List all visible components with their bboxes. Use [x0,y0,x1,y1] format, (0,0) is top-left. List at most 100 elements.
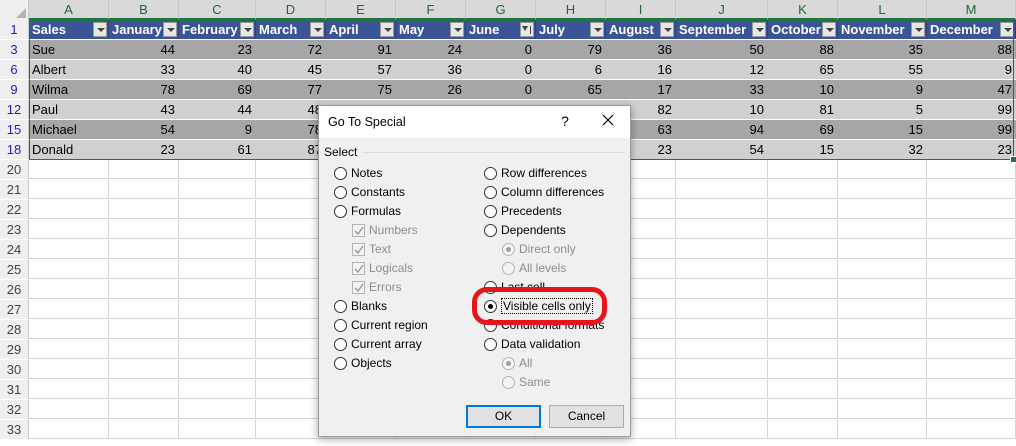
empty-cell[interactable] [29,280,109,299]
empty-cell[interactable] [927,280,1016,299]
row-header[interactable]: 28 [0,320,29,339]
empty-cell[interactable] [927,240,1016,259]
empty-cell[interactable] [109,240,179,259]
value-cell[interactable]: 55 [838,60,927,79]
ok-button[interactable]: OK [466,405,541,428]
empty-cell[interactable] [256,380,326,399]
empty-cell[interactable] [768,400,838,419]
table-header-cell[interactable]: April [326,20,396,39]
value-cell[interactable]: 81 [768,100,838,119]
row-header[interactable]: 30 [0,360,29,379]
radio-precedents[interactable]: Precedents [484,203,562,219]
empty-cell[interactable] [838,360,927,379]
empty-cell[interactable] [768,240,838,259]
empty-cell[interactable] [676,400,768,419]
row-header[interactable]: 18 [0,140,29,159]
empty-cell[interactable] [179,300,256,319]
empty-cell[interactable] [29,220,109,239]
value-cell[interactable]: 72 [256,40,326,59]
value-cell[interactable]: 54 [109,120,179,139]
empty-cell[interactable] [256,280,326,299]
empty-cell[interactable] [29,300,109,319]
empty-cell[interactable] [676,280,768,299]
empty-cell[interactable] [179,220,256,239]
empty-cell[interactable] [109,360,179,379]
radio-circle[interactable] [484,280,497,294]
column-header-g[interactable]: G [466,0,536,20]
value-cell[interactable]: 45 [256,60,326,79]
empty-cell[interactable] [768,340,838,359]
empty-cell[interactable] [676,380,768,399]
value-cell[interactable]: 9 [927,60,1016,79]
empty-cell[interactable] [838,300,927,319]
value-cell[interactable]: 44 [109,40,179,59]
empty-cell[interactable] [109,160,179,179]
radio-circle[interactable] [334,337,347,351]
row-header[interactable]: 33 [0,420,29,439]
radio-circle[interactable] [334,185,347,199]
value-cell[interactable]: 9 [838,80,927,99]
empty-cell[interactable] [29,360,109,379]
empty-cell[interactable] [927,160,1016,179]
empty-cell[interactable] [256,340,326,359]
radio-circle[interactable] [484,223,497,237]
value-cell[interactable]: 69 [179,80,256,99]
value-cell[interactable]: 0 [466,40,536,59]
value-cell[interactable]: 26 [396,80,466,99]
value-cell[interactable]: 40 [179,60,256,79]
value-cell[interactable]: 36 [396,60,466,79]
empty-cell[interactable] [676,160,768,179]
column-header-m[interactable]: M [927,0,1016,20]
empty-cell[interactable] [179,280,256,299]
empty-cell[interactable] [256,400,326,419]
empty-cell[interactable] [768,320,838,339]
empty-cell[interactable] [927,200,1016,219]
row-header[interactable]: 6 [0,60,29,79]
empty-cell[interactable] [927,260,1016,279]
empty-cell[interactable] [838,260,927,279]
row-header[interactable]: 12 [0,100,29,119]
radio-constants[interactable]: Constants [334,184,405,200]
empty-cell[interactable] [838,320,927,339]
value-cell[interactable]: 69 [768,120,838,139]
value-cell[interactable]: 94 [676,120,768,139]
value-cell[interactable]: 99 [927,100,1016,119]
empty-cell[interactable] [256,320,326,339]
value-cell[interactable]: 33 [109,60,179,79]
empty-cell[interactable] [109,400,179,419]
table-header-cell[interactable]: March [256,20,326,39]
radio-circle[interactable] [484,166,497,180]
empty-cell[interactable] [927,420,1016,439]
radio-objects[interactable]: Objects [334,355,392,371]
empty-cell[interactable] [179,320,256,339]
value-cell[interactable]: 33 [676,80,768,99]
radio-circle[interactable] [484,185,497,199]
radio-circle[interactable] [484,318,497,332]
empty-cell[interactable] [768,360,838,379]
empty-cell[interactable] [927,360,1016,379]
empty-cell[interactable] [927,220,1016,239]
empty-cell[interactable] [676,180,768,199]
radio-current-array[interactable]: Current array [334,336,422,352]
empty-cell[interactable] [179,160,256,179]
column-header-k[interactable]: K [768,0,838,20]
empty-cell[interactable] [29,240,109,259]
empty-cell[interactable] [179,240,256,259]
empty-cell[interactable] [838,200,927,219]
empty-cell[interactable] [256,420,326,439]
empty-cell[interactable] [676,420,768,439]
value-cell[interactable]: 36 [606,40,676,59]
radio-notes[interactable]: Notes [334,165,382,181]
row-header[interactable]: 24 [0,240,29,259]
select-all-corner[interactable] [0,0,29,20]
table-header-cell[interactable]: October [768,20,838,39]
value-cell[interactable]: 23 [927,140,1016,159]
value-cell[interactable]: 57 [326,60,396,79]
radio-circle[interactable] [334,318,347,332]
value-cell[interactable]: 65 [768,60,838,79]
row-header[interactable]: 20 [0,160,29,179]
empty-cell[interactable] [256,180,326,199]
row-header[interactable]: 27 [0,300,29,319]
name-cell[interactable]: Sue [29,40,109,59]
table-header-cell[interactable]: Sales [29,20,109,39]
